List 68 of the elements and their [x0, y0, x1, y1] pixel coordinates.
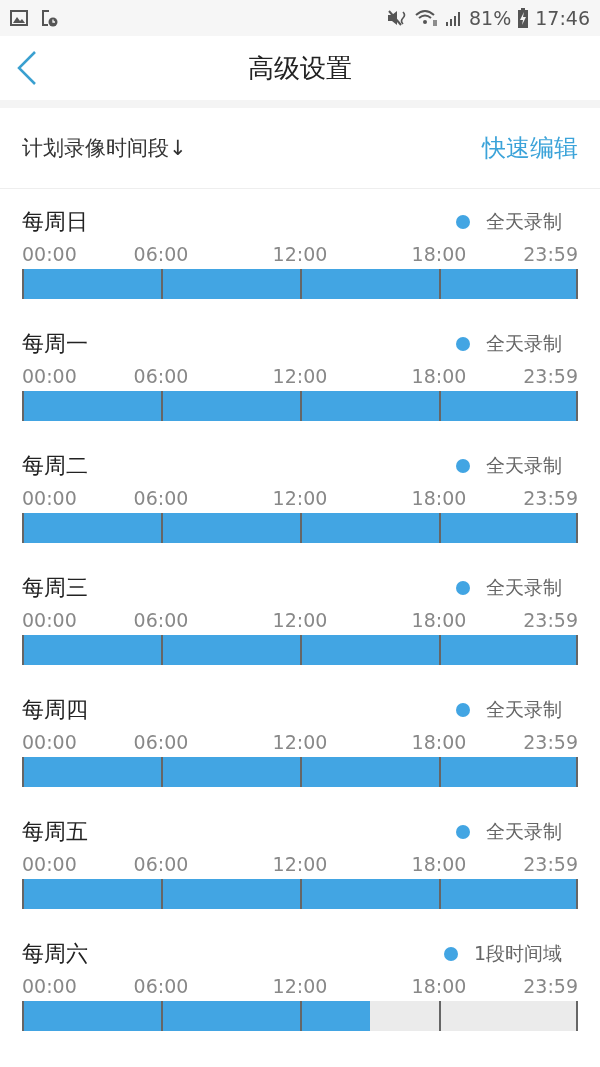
day-label: 每周四	[22, 696, 88, 724]
time-tick-label: 18:00	[411, 243, 467, 265]
time-tick-label: 00:00	[22, 243, 77, 265]
time-tick-label: 23:59	[523, 609, 578, 631]
status-dot	[456, 825, 470, 839]
day-label: 每周一	[22, 330, 88, 358]
time-tick-label: 23:59	[523, 853, 578, 875]
status-dot	[456, 337, 470, 351]
recording-status: 全天录制	[486, 575, 562, 600]
status-dot	[443, 947, 458, 961]
time-tick-label: 06:00	[133, 975, 189, 997]
time-tick-label: 18:00	[411, 609, 467, 631]
time-tick-label: 00:00	[22, 365, 77, 387]
recording-status: 全天录制	[486, 331, 562, 356]
quick-edit-link[interactable]: 快速编辑	[482, 132, 578, 164]
time-tick-label: 23:59	[523, 975, 578, 997]
time-tick-label: 06:00	[133, 609, 189, 631]
time-tick-label: 23:59	[523, 731, 578, 753]
schedule-bar[interactable]	[22, 1001, 578, 1031]
time-tick-label: 06:00	[133, 487, 189, 509]
time-tick-label: 18:00	[411, 975, 467, 997]
recording-status: 全天录制	[486, 453, 562, 478]
recording-status: 全天录制	[486, 697, 562, 722]
status-dot	[456, 215, 470, 229]
time-tick-label: 06:00	[133, 243, 189, 265]
time-tick-label: 18:00	[411, 731, 467, 753]
battery-charging-icon	[517, 8, 530, 28]
time-tick-label: 06:00	[133, 731, 189, 753]
time-tick-label: 00:00	[22, 731, 77, 753]
time-tick-label: 00:00	[22, 853, 77, 875]
time-tick-label: 12:00	[272, 731, 328, 753]
image-icon	[10, 10, 28, 26]
status-dot	[456, 703, 470, 717]
clock-time: 17:46	[535, 7, 590, 29]
status-dot	[456, 459, 470, 473]
time-tick-label: 18:00	[411, 365, 467, 387]
status-dot	[456, 581, 470, 595]
recording-status: 全天录制	[486, 209, 562, 234]
time-tick-label: 12:00	[272, 975, 328, 997]
time-tick-label: 12:00	[272, 853, 328, 875]
time-tick-label: 06:00	[133, 853, 189, 875]
time-tick-label: 23:59	[523, 365, 578, 387]
document-clock-icon	[40, 9, 58, 27]
time-tick-label: 23:59	[523, 243, 578, 265]
battery-percent: 81%	[469, 7, 512, 29]
time-tick-label: 18:00	[411, 853, 467, 875]
time-tick-label: 12:00	[272, 365, 328, 387]
page-title: 高级设置	[248, 52, 352, 83]
wifi-icon	[415, 9, 439, 27]
signal-icon	[445, 9, 463, 27]
day-label: 每周六	[22, 940, 88, 968]
day-label: 每周五	[22, 818, 88, 846]
time-tick-label: 00:00	[22, 609, 77, 631]
recording-status: 1段时间域	[473, 941, 562, 966]
time-tick-label: 06:00	[133, 365, 189, 387]
back-icon	[16, 50, 38, 86]
day-label: 每周日	[22, 208, 88, 236]
time-tick-label: 12:00	[272, 243, 328, 265]
day-label: 每周三	[22, 574, 88, 602]
time-tick-label: 12:00	[272, 609, 328, 631]
time-tick-label: 12:00	[272, 487, 328, 509]
day-label: 每周二	[22, 452, 88, 480]
section-label: 计划录像时间段↓	[22, 135, 187, 162]
recording-status: 全天录制	[486, 819, 562, 844]
time-tick-label: 00:00	[22, 487, 77, 509]
time-tick-label: 18:00	[411, 487, 467, 509]
time-tick-label: 23:59	[523, 487, 578, 509]
time-tick-label: 00:00	[22, 975, 77, 997]
